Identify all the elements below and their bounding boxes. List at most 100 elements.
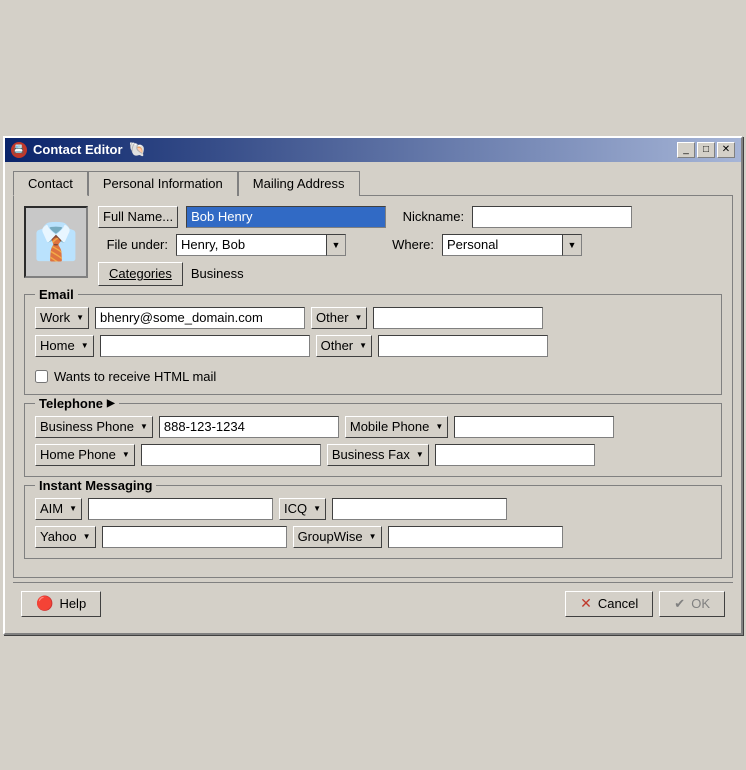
im-type-2-arrow: ▼	[83, 532, 91, 541]
email-value-3-input[interactable]	[373, 307, 543, 329]
email-section: Email Work ▼ Other ▼	[24, 294, 722, 395]
ok-button[interactable]: ✔ OK	[659, 591, 725, 617]
phone-type-3-arrow: ▼	[435, 422, 443, 431]
im-type-4-label: GroupWise	[298, 529, 363, 544]
email-type-4-label: Other	[321, 338, 354, 353]
maximize-button[interactable]: □	[697, 142, 715, 158]
fileunder-row: File under: ▼ Where: ▼	[98, 234, 722, 256]
im-value-2-input[interactable]	[102, 526, 287, 548]
contact-editor-window: 📇 Contact Editor 🐚 _ □ ✕ Contact Persona…	[3, 136, 743, 635]
full-name-label: Full Name...	[103, 209, 173, 224]
phone-value-4-input[interactable]	[435, 444, 595, 466]
full-name-input[interactable]	[186, 206, 386, 228]
categories-button[interactable]: Categories	[98, 262, 183, 286]
help-icon: 🔴	[36, 595, 53, 612]
telephone-section-title: Telephone ▶	[35, 396, 119, 411]
email-type-4-button[interactable]: Other ▼	[316, 335, 372, 357]
im-value-3-input[interactable]	[332, 498, 507, 520]
email-type-1-label: Work	[40, 310, 70, 325]
email-type-3-arrow: ▼	[355, 313, 363, 322]
phone-value-2-input[interactable]	[141, 444, 321, 466]
fullname-row: Full Name... Nickname:	[98, 206, 722, 228]
categories-label: Categories	[109, 266, 172, 281]
im-type-4-button[interactable]: GroupWise ▼	[293, 526, 382, 548]
where-input[interactable]	[442, 234, 562, 256]
fileunder-input[interactable]	[176, 234, 326, 256]
phone-value-1-input[interactable]	[159, 416, 339, 438]
email-row-1: Work ▼ Other ▼	[35, 307, 711, 329]
fileunder-dropdown: ▼	[176, 234, 346, 256]
help-label: Help	[59, 596, 86, 611]
html-mail-row: Wants to receive HTML mail	[35, 369, 711, 384]
im-value-1-input[interactable]	[88, 498, 273, 520]
im-type-3-button[interactable]: ICQ ▼	[279, 498, 326, 520]
minimize-button[interactable]: _	[677, 142, 695, 158]
cancel-icon: ✕	[580, 595, 592, 612]
im-value-4-input[interactable]	[388, 526, 563, 548]
phone-type-4-button[interactable]: Business Fax ▼	[327, 444, 429, 466]
phone-type-3-button[interactable]: Mobile Phone ▼	[345, 416, 448, 438]
help-button[interactable]: 🔴 Help	[21, 591, 101, 617]
email-value-4-input[interactable]	[378, 335, 548, 357]
contact-fields: Full Name... Nickname: File under: ▼	[98, 206, 722, 286]
where-arrow[interactable]: ▼	[562, 234, 582, 256]
email-type-3-button[interactable]: Other ▼	[311, 307, 367, 329]
close-button[interactable]: ✕	[717, 142, 735, 158]
tab-content-contact: 👔 Full Name... Nickname: File under:	[13, 195, 733, 578]
telephone-section: Telephone ▶ Business Phone ▼ Mobile Phon…	[24, 403, 722, 477]
email-value-1-input[interactable]	[95, 307, 305, 329]
nickname-label: Nickname:	[394, 209, 464, 224]
fileunder-arrow[interactable]: ▼	[326, 234, 346, 256]
im-type-1-button[interactable]: AIM ▼	[35, 498, 82, 520]
email-type-3-label: Other	[316, 310, 349, 325]
tab-personal-information[interactable]: Personal Information	[88, 171, 238, 196]
email-type-4-arrow: ▼	[359, 341, 367, 350]
im-type-3-arrow: ▼	[313, 504, 321, 513]
phone-type-2-arrow: ▼	[122, 450, 130, 459]
title-bar: 📇 Contact Editor 🐚 _ □ ✕	[5, 138, 741, 162]
contact-header: 👔 Full Name... Nickname: File under:	[24, 206, 722, 286]
email-type-1-button[interactable]: Work ▼	[35, 307, 89, 329]
phone-rows: Business Phone ▼ Mobile Phone ▼ H	[35, 416, 711, 466]
ok-label: OK	[691, 596, 710, 611]
im-section: Instant Messaging AIM ▼ ICQ ▼	[24, 485, 722, 559]
phone-type-1-label: Business Phone	[40, 419, 134, 434]
right-buttons: ✕ Cancel ✔ OK	[565, 591, 725, 617]
phone-type-4-label: Business Fax	[332, 447, 410, 462]
app-icon: 📇	[11, 142, 27, 158]
avatar: 👔	[24, 206, 88, 278]
phone-type-4-arrow: ▼	[416, 450, 424, 459]
cancel-button[interactable]: ✕ Cancel	[565, 591, 653, 617]
phone-type-1-button[interactable]: Business Phone ▼	[35, 416, 153, 438]
title-controls: _ □ ✕	[677, 142, 735, 158]
window-title: Contact Editor	[33, 142, 123, 157]
im-type-1-arrow: ▼	[69, 504, 77, 513]
phone-value-3-input[interactable]	[454, 416, 614, 438]
email-row-2: Home ▼ Other ▼	[35, 335, 711, 357]
nickname-input[interactable]	[472, 206, 632, 228]
im-row-2: Yahoo ▼ GroupWise ▼	[35, 526, 711, 548]
tab-bar: Contact Personal Information Mailing Add…	[13, 170, 733, 195]
cancel-label: Cancel	[598, 596, 638, 611]
email-value-2-input[interactable]	[100, 335, 310, 357]
im-type-2-label: Yahoo	[40, 529, 77, 544]
fileunder-label: File under:	[98, 237, 168, 252]
phone-row-1: Business Phone ▼ Mobile Phone ▼	[35, 416, 711, 438]
tab-mailing-address[interactable]: Mailing Address	[238, 171, 360, 196]
phone-type-2-label: Home Phone	[40, 447, 116, 462]
tab-contact[interactable]: Contact	[13, 171, 88, 196]
email-rows: Work ▼ Other ▼ Home	[35, 307, 711, 384]
title-bar-left: 📇 Contact Editor 🐚	[11, 141, 146, 158]
phone-type-1-arrow: ▼	[140, 422, 148, 431]
phone-row-2: Home Phone ▼ Business Fax ▼	[35, 444, 711, 466]
im-type-4-arrow: ▼	[369, 532, 377, 541]
html-mail-checkbox[interactable]	[35, 370, 48, 383]
email-type-2-button[interactable]: Home ▼	[35, 335, 94, 357]
full-name-button[interactable]: Full Name...	[98, 206, 178, 228]
im-type-2-button[interactable]: Yahoo ▼	[35, 526, 96, 548]
phone-type-2-button[interactable]: Home Phone ▼	[35, 444, 135, 466]
window-body: Contact Personal Information Mailing Add…	[5, 162, 741, 633]
phone-type-3-label: Mobile Phone	[350, 419, 430, 434]
evo-icon: 🐚	[129, 141, 146, 158]
telephone-expand-arrow[interactable]: ▶	[107, 398, 115, 409]
